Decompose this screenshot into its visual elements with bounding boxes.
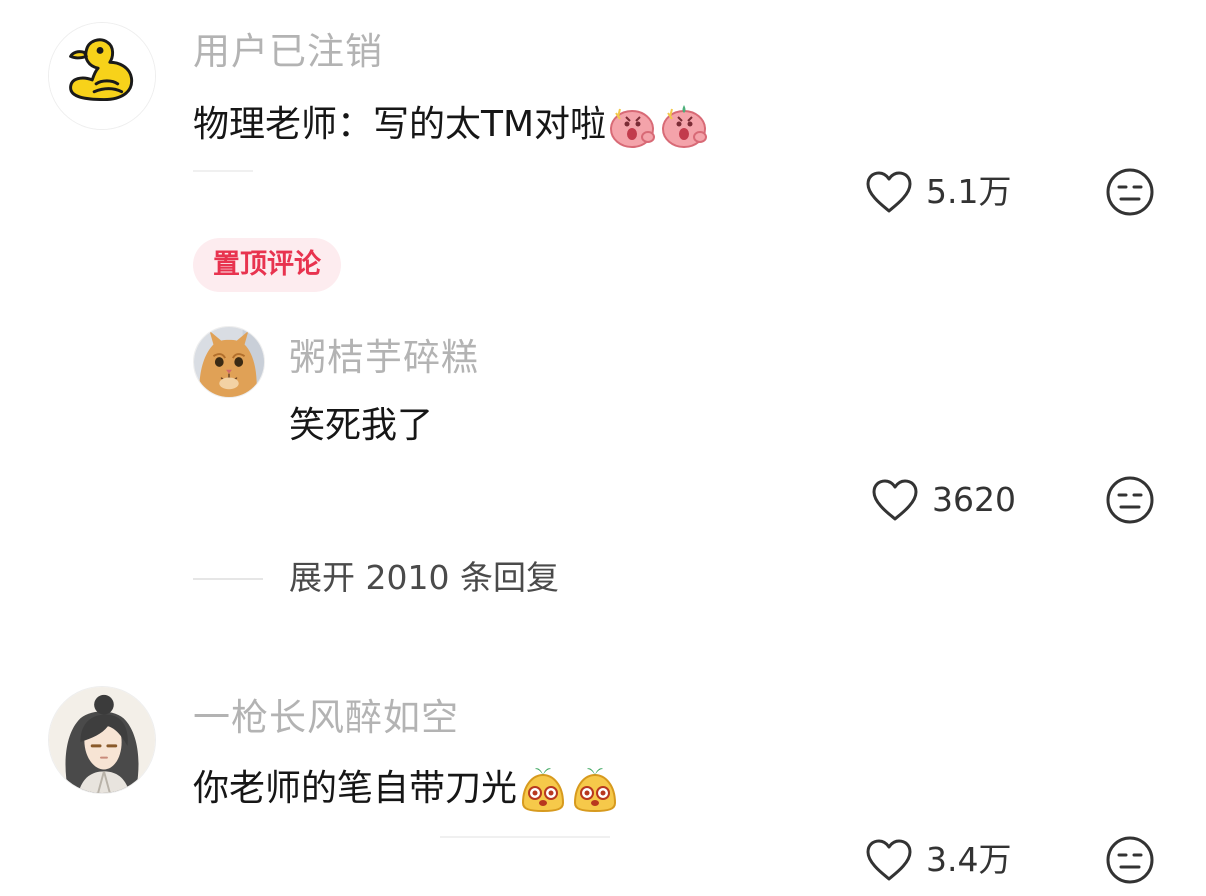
- comment-text-row: 物理老师：写的太TM对啦: [193, 99, 710, 151]
- user-avatar-anime[interactable]: [48, 686, 156, 794]
- anime-character-icon: [49, 687, 155, 793]
- comment-username[interactable]: 用户已注销: [193, 30, 383, 74]
- meh-face-icon: [1106, 168, 1154, 216]
- comment-text: 你老师的笔自带刀光: [193, 768, 518, 809]
- heart-outline-icon: [872, 479, 918, 521]
- comment-text: 物理老师：写的太TM对啦: [193, 104, 607, 145]
- duck-icon: [49, 23, 155, 129]
- dumpling-face-emoji: [569, 763, 621, 815]
- like-button[interactable]: 5.1万: [864, 166, 1011, 218]
- pinned-comment-badge: 置顶评论: [193, 238, 341, 292]
- dumpling-face-emoji: [517, 763, 569, 815]
- divider: [193, 170, 253, 172]
- expand-divider-line: [193, 578, 263, 580]
- reply-text: 笑死我了: [289, 405, 434, 446]
- like-button[interactable]: 3620: [870, 474, 1016, 526]
- cat-photo-icon: [194, 327, 264, 397]
- dislike-button[interactable]: [1104, 474, 1156, 526]
- comment-text-row: 你老师的笔自带刀光: [193, 763, 621, 815]
- like-count: 3.4万: [926, 840, 1012, 879]
- user-avatar-duck[interactable]: [48, 22, 156, 130]
- heart-outline-icon: [866, 839, 912, 881]
- like-count: 3620: [932, 480, 1016, 519]
- reply-avatar-cat[interactable]: [193, 326, 265, 398]
- meh-face-icon: [1106, 836, 1154, 884]
- like-count: 5.1万: [926, 172, 1012, 211]
- angry-blob-emoji: [658, 99, 710, 151]
- dislike-button[interactable]: [1104, 834, 1156, 886]
- like-button[interactable]: 3.4万: [864, 834, 1011, 886]
- angry-blob-emoji: [606, 99, 658, 151]
- comment-username[interactable]: 一枪长风醉如空: [193, 696, 459, 740]
- expand-replies-button[interactable]: 展开 2010 条回复: [289, 556, 559, 600]
- meh-face-icon: [1106, 476, 1154, 524]
- dislike-button[interactable]: [1104, 166, 1156, 218]
- heart-outline-icon: [866, 171, 912, 213]
- divider: [440, 836, 610, 838]
- reply-username[interactable]: 粥桔芋碎糕: [289, 336, 479, 380]
- comment-thread: 用户已注销 物理老师：写的太TM对啦 5.1万 置顶评论 粥桔芋碎糕 笑死我了 …: [0, 0, 1206, 896]
